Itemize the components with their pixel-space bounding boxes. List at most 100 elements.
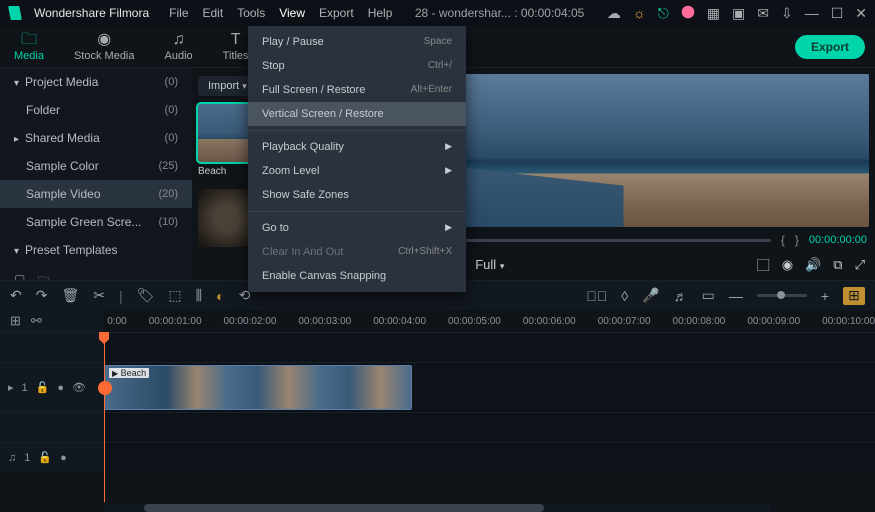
chevron-right-icon: ▸ (14, 134, 19, 145)
app-name: Wondershare Filmora (34, 6, 149, 20)
folder-icon[interactable]: 🗀 (37, 272, 49, 280)
redo-icon[interactable]: ↷ (36, 287, 48, 304)
sidebar-item-sample-color[interactable]: Sample Color(25) (0, 152, 192, 180)
menu-file[interactable]: File (169, 6, 188, 20)
link-icon[interactable]: ⚯ (31, 313, 42, 329)
sidebar-item-shared-media[interactable]: ▸Shared Media(0) (0, 124, 192, 152)
menu-view[interactable]: View (279, 6, 305, 20)
tab-stock-media[interactable]: ◉ Stock Media (70, 30, 139, 64)
menubar: File Edit Tools View Export Help (169, 6, 392, 20)
sidebar-item-folder[interactable]: Folder(0) (0, 96, 192, 124)
sidebar-item-label: Shared Media (25, 131, 100, 145)
sidebar-item-sample-video[interactable]: Sample Video(20) (0, 180, 192, 208)
menu-play-pause[interactable]: Play / PauseSpace (248, 30, 466, 54)
timeline-scrollbar[interactable] (104, 504, 771, 512)
menu-clear-in-out: Clear In And OutCtrl+Shift+X (248, 240, 466, 264)
zoom-out-icon[interactable]: — (729, 288, 743, 304)
menu-export[interactable]: Export (319, 6, 354, 20)
track-body[interactable] (104, 443, 875, 472)
playhead[interactable] (104, 332, 105, 502)
export-button[interactable]: Export (795, 35, 865, 59)
snapshot-icon[interactable]: ◉ (782, 257, 793, 273)
zoom-handle[interactable] (777, 291, 785, 299)
timeline-view-icon[interactable]: ⊞ (10, 313, 21, 329)
dd-label: Play / Pause (262, 36, 324, 48)
track-body[interactable]: ▶ Beach (104, 363, 875, 412)
clip-label: ▶ Beach (109, 368, 149, 378)
undo-icon[interactable]: ↶ (10, 287, 22, 304)
zoom-slider[interactable] (757, 294, 807, 297)
lock-icon[interactable]: 🔓 (38, 451, 52, 464)
minimize-icon[interactable]: — (805, 5, 819, 21)
profile-icon[interactable] (681, 5, 695, 22)
tab-media[interactable]: 🗀 Media (10, 30, 48, 64)
render-icon[interactable]: ▸⃝ (586, 288, 607, 304)
mute-icon[interactable]: ● (57, 382, 64, 394)
menu-playback-quality[interactable]: Playback Quality▶ (248, 135, 466, 159)
ruler-tick: 00:00:05:00 (448, 316, 501, 327)
close-icon[interactable]: ✕ (855, 5, 867, 22)
menu-vertical-screen[interactable]: Vertical Screen / Restore (248, 102, 466, 126)
sidebar-item-label: Preset Templates (25, 243, 118, 257)
tag-icon[interactable]: 🏷 (137, 287, 155, 304)
tab-audio[interactable]: ♫ Audio (161, 30, 197, 64)
cut-icon[interactable]: ✂ (93, 287, 105, 304)
save-icon[interactable]: ▣ (732, 5, 745, 22)
mark-in-icon[interactable]: { (781, 233, 785, 247)
sun-icon[interactable]: ☼ (633, 5, 646, 21)
menu-safe-zones[interactable]: Show Safe Zones (248, 183, 466, 207)
dd-shortcut: Ctrl+/ (428, 60, 452, 72)
menu-help[interactable]: Help (368, 6, 393, 20)
dd-label: Go to (262, 222, 289, 234)
menu-fullscreen[interactable]: Full Screen / RestoreAlt+Enter (248, 78, 466, 102)
speed-icon[interactable]: ◐ (216, 288, 224, 304)
timeline: ⊞ ⚯ 0:00 00:00:01:00 00:00:02:00 00:00:0… (0, 310, 875, 512)
scrollbar-thumb[interactable] (144, 504, 544, 512)
adjust-icon[interactable]: ⫼ (196, 287, 202, 304)
tab-titles-label: Titles (223, 50, 249, 62)
mic-icon[interactable]: ⇩ (781, 5, 793, 22)
menu-edit[interactable]: Edit (203, 6, 224, 20)
music-icon: ♫ (173, 32, 185, 48)
voiceover-icon[interactable]: 🎤 (642, 287, 659, 304)
chevron-right-icon: ▶ (445, 222, 452, 234)
sidebar-count: (0) (165, 76, 178, 88)
zoom-in-icon[interactable]: + (821, 288, 829, 304)
clip-trim-handle[interactable] (98, 381, 112, 395)
cloud-icon[interactable]: ☁ (607, 5, 621, 22)
menu-stop[interactable]: Stop Ctrl+/ (248, 54, 466, 78)
sidebar-item-sample-green[interactable]: Sample Green Scre...(10) (0, 208, 192, 236)
sidebar-item-project-media[interactable]: ▾Project Media(0) (0, 68, 192, 96)
menu-goto[interactable]: Go to ▶ (248, 216, 466, 240)
maximize-icon[interactable]: ☐ (831, 5, 844, 22)
pip-icon[interactable]: ⧉ (833, 257, 842, 273)
mail-icon[interactable]: ✉ (757, 5, 769, 22)
headset-icon[interactable]: ⎋ (658, 5, 669, 22)
audio-track-1: ♫ 1 🔓 ● (0, 442, 875, 472)
track-number: 1 (24, 452, 30, 464)
fullscreen-icon[interactable]: ⤢ (855, 257, 865, 273)
time-ruler[interactable]: 0:00 00:00:01:00 00:00:02:00 00:00:03:00… (103, 310, 875, 332)
dd-label: Stop (262, 60, 285, 72)
quality-dropdown[interactable]: Full ▾ (475, 257, 504, 272)
mark-out-icon[interactable]: } (795, 233, 799, 247)
visibility-icon[interactable]: 👁 (72, 381, 86, 394)
sidebar-item-label: Sample Color (26, 159, 99, 173)
sidebar-item-preset-templates[interactable]: ▾Preset Templates (0, 236, 192, 264)
volume-icon[interactable]: 🔊 (805, 257, 821, 273)
delete-icon[interactable]: 🗑 (61, 287, 79, 304)
grid-icon[interactable]: ▦ (707, 5, 720, 22)
mute-icon[interactable]: ● (60, 452, 67, 464)
menu-zoom-level[interactable]: Zoom Level▶ (248, 159, 466, 183)
mixer-icon[interactable]: ♬ (674, 288, 688, 304)
lock-icon[interactable]: 🔓 (36, 381, 50, 394)
dd-label: Show Safe Zones (262, 189, 349, 201)
marker-icon[interactable]: ◊ (621, 288, 628, 304)
new-folder-icon[interactable]: ▢ (14, 272, 25, 280)
zoom-fit-icon[interactable]: ⊞ (843, 287, 865, 305)
menu-canvas-snapping[interactable]: Enable Canvas Snapping (248, 264, 466, 288)
clip-beach[interactable]: ▶ Beach (104, 365, 412, 410)
snap-icon[interactable]: ▭ (702, 287, 715, 304)
crop-icon[interactable]: ⬚ (168, 287, 181, 304)
menu-tools[interactable]: Tools (237, 6, 265, 20)
